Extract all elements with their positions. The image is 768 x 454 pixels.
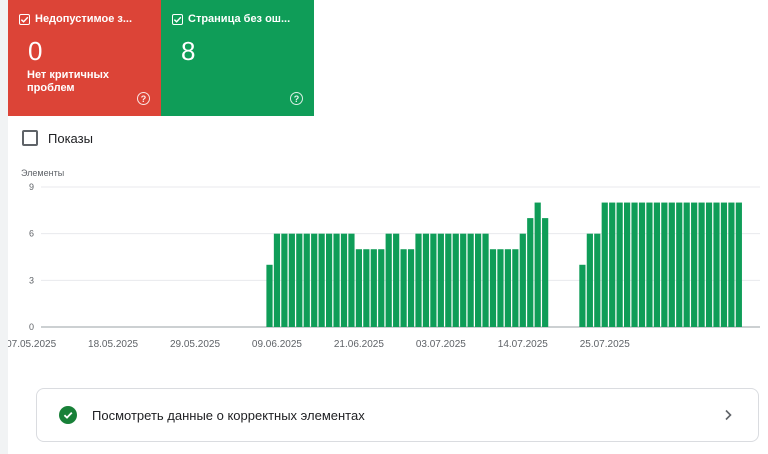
chart-bar[interactable] xyxy=(616,202,623,327)
invalid-card-header: Недопустимое з... xyxy=(19,13,132,25)
chart-bar[interactable] xyxy=(281,233,288,327)
checkbox-checked-icon[interactable] xyxy=(19,13,30,25)
x-tick-label: 07.05.2025 xyxy=(8,339,57,350)
chart-bar[interactable] xyxy=(735,202,742,327)
invalid-subtitle: Нет критичных проблем xyxy=(27,69,110,94)
chart-bar[interactable] xyxy=(631,202,638,327)
chart-bar[interactable] xyxy=(430,233,437,327)
chart-bar[interactable] xyxy=(318,233,325,327)
x-axis-ticks: 07.05.2025 18.05.2025 29.05.2025 09.06.2025… xyxy=(8,339,630,350)
chart-bar[interactable] xyxy=(385,233,392,327)
chart-bar[interactable] xyxy=(333,233,340,327)
x-tick-label: 25.07.2025 xyxy=(580,339,630,350)
chart-bar[interactable] xyxy=(489,249,497,327)
checkbox-checked-icon[interactable] xyxy=(172,13,183,25)
chart-bar[interactable] xyxy=(296,233,303,327)
index-panel: Недопустимое з... 0 Нет критичных пробле… xyxy=(8,0,768,454)
valid-card-header: Страница без ош... xyxy=(172,13,290,25)
impressions-label: Показы xyxy=(48,130,93,146)
chart-bar[interactable] xyxy=(713,202,720,327)
help-icon[interactable]: ? xyxy=(137,92,150,105)
chart-bar[interactable] xyxy=(609,202,616,327)
invalid-card[interactable]: Недопустимое з... 0 Нет критичных пробле… xyxy=(8,0,161,116)
chart-bar[interactable] xyxy=(460,233,467,327)
chart-bar[interactable] xyxy=(519,233,526,327)
chart-bar[interactable] xyxy=(691,202,698,327)
invalid-count: 0 xyxy=(28,36,43,66)
valid-card[interactable]: Страница без ош... 8 ? xyxy=(161,0,314,116)
chart-bar[interactable] xyxy=(452,233,459,327)
chart-bar[interactable] xyxy=(720,202,728,327)
chart-bar[interactable] xyxy=(303,233,310,327)
x-tick-label: 18.05.2025 xyxy=(88,339,138,350)
view-valid-items-link[interactable]: Посмотреть данные о корректных элементах xyxy=(36,388,759,442)
x-tick-label: 29.05.2025 xyxy=(170,339,220,350)
chart-bar[interactable] xyxy=(340,233,348,327)
valid-count: 8 xyxy=(181,36,196,66)
chart-bar[interactable] xyxy=(311,233,318,327)
chart-bar[interactable] xyxy=(586,233,593,327)
chart-bar[interactable] xyxy=(705,202,713,327)
chart-bar[interactable] xyxy=(683,202,690,327)
chart-bar[interactable] xyxy=(482,233,489,327)
chart-bar[interactable] xyxy=(653,202,660,327)
chart-bar[interactable] xyxy=(512,249,519,327)
chart-bar[interactable] xyxy=(475,233,482,327)
y-tick-label: 0 xyxy=(29,322,34,332)
valid-items-chart: Элементы 0 3 6 9 07.05.2025 18.05.2025 29.05.… xyxy=(8,168,760,350)
chart-bar[interactable] xyxy=(393,233,400,327)
chart-bar[interactable] xyxy=(355,249,362,327)
chart-bar[interactable] xyxy=(326,233,333,327)
chart-bar[interactable] xyxy=(400,249,407,327)
check-circle-icon xyxy=(59,406,77,424)
chart-bars xyxy=(266,202,742,327)
chart-bar[interactable] xyxy=(422,233,430,327)
chart-bar[interactable] xyxy=(728,202,735,327)
x-tick-label: 21.06.2025 xyxy=(334,339,384,350)
chart-bar[interactable] xyxy=(646,202,653,327)
chart-bar[interactable] xyxy=(437,233,444,327)
chart-bar[interactable] xyxy=(273,233,281,327)
chart-bar[interactable] xyxy=(661,202,668,327)
view-valid-items-label: Посмотреть данные о корректных элементах xyxy=(92,407,365,423)
chart-bar[interactable] xyxy=(504,249,511,327)
chart-bar[interactable] xyxy=(579,264,586,327)
chart-bar[interactable] xyxy=(467,233,474,327)
chart-bar[interactable] xyxy=(527,218,534,327)
chart-bar[interactable] xyxy=(266,264,273,327)
chart-bar[interactable] xyxy=(624,202,631,327)
x-tick-label: 03.07.2025 xyxy=(416,339,466,350)
chart-bar[interactable] xyxy=(288,233,295,327)
invalid-card-title: Недопустимое з... xyxy=(35,13,133,25)
valid-card-title: Страница без ош... xyxy=(188,13,291,25)
chart-bar[interactable] xyxy=(542,218,549,327)
chart-bar[interactable] xyxy=(676,202,683,327)
chart-bar[interactable] xyxy=(668,202,675,327)
chart-bar[interactable] xyxy=(348,233,355,327)
chart-bar[interactable] xyxy=(363,249,370,327)
chart-bar[interactable] xyxy=(445,233,452,327)
chart-bar[interactable] xyxy=(370,249,377,327)
help-icon[interactable]: ? xyxy=(290,92,303,105)
chart-bar[interactable] xyxy=(415,233,422,327)
chevron-right-icon[interactable] xyxy=(720,407,736,423)
chart-bar[interactable] xyxy=(497,249,504,327)
y-tick-label: 6 xyxy=(29,229,34,239)
chart-bar[interactable] xyxy=(638,202,646,327)
chart-bar[interactable] xyxy=(407,249,415,327)
x-tick-label: 09.06.2025 xyxy=(252,339,302,350)
impressions-toggle[interactable]: Показы xyxy=(22,130,93,146)
chart-bar[interactable] xyxy=(534,202,541,327)
chart-bar[interactable] xyxy=(698,202,705,327)
y-tick-label: 9 xyxy=(29,182,34,192)
x-tick-label: 14.07.2025 xyxy=(498,339,548,350)
chart-bar[interactable] xyxy=(378,249,385,327)
checkbox-unchecked-icon[interactable] xyxy=(22,130,38,146)
y-tick-label: 3 xyxy=(29,275,34,285)
y-axis-label: Элементы xyxy=(21,168,64,178)
chart-bar[interactable] xyxy=(594,233,601,327)
chart-bar[interactable] xyxy=(601,202,608,327)
